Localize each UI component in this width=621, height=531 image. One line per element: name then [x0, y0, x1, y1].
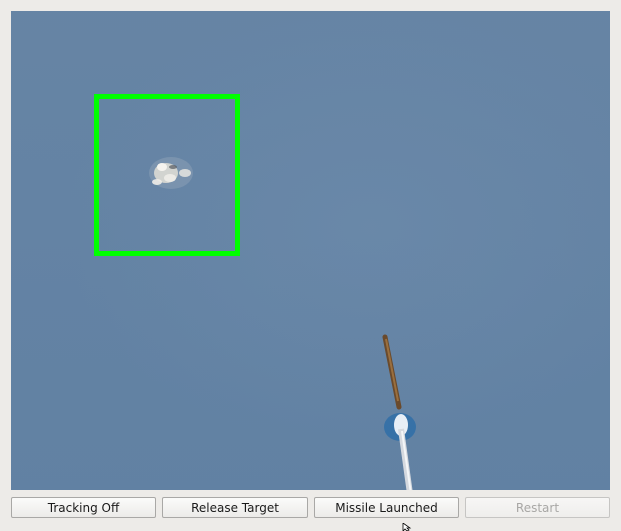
aircraft-target: [149, 157, 193, 189]
restart-button: Restart: [465, 497, 610, 518]
control-bar: Tracking Off Release Target Missile Laun…: [11, 497, 610, 520]
missile: [382, 334, 416, 490]
release-target-button[interactable]: Release Target: [162, 497, 308, 518]
mouse-pointer-icon: [402, 523, 412, 531]
tracking-off-button[interactable]: Tracking Off: [11, 497, 156, 518]
missile-launched-button[interactable]: Missile Launched: [314, 497, 459, 518]
camera-feed: [11, 11, 610, 490]
